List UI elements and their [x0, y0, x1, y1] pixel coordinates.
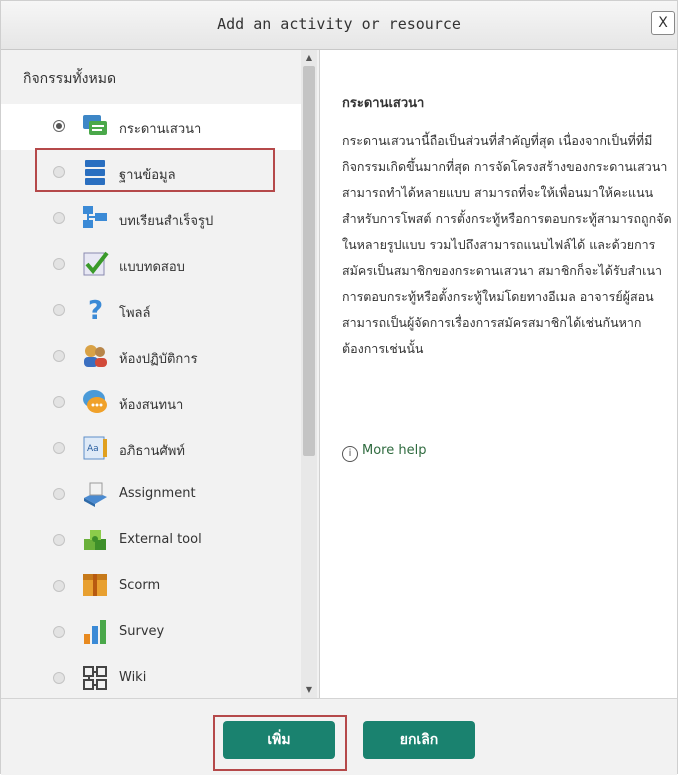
- option-quiz[interactable]: แบบทดสอบ: [1, 242, 301, 288]
- option-choice[interactable]: ? โพลล์: [1, 288, 301, 334]
- radio-wiki[interactable]: [53, 672, 65, 684]
- option-label: แบบทดสอบ: [119, 260, 185, 275]
- option-survey[interactable]: Survey: [1, 610, 301, 656]
- all-activities-heading: กิจกรรมทั้งหมด: [23, 71, 117, 87]
- dialog-title: Add an activity or resource: [217, 15, 461, 33]
- scroll-up-icon[interactable]: ▲: [301, 52, 317, 64]
- option-scorm[interactable]: Scorm: [1, 564, 301, 610]
- option-label: บทเรียนสำเร็จรูป: [119, 214, 214, 229]
- option-glossary[interactable]: Aa อภิธานศัพท์: [1, 426, 301, 472]
- radio-scorm[interactable]: [53, 580, 65, 592]
- option-label: ห้องสนทนา: [119, 398, 184, 413]
- option-workshop[interactable]: ห้องปฏิบัติการ: [1, 334, 301, 380]
- option-label: Scorm: [119, 578, 161, 593]
- option-label: อภิธานศัพท์: [119, 444, 185, 459]
- add-button[interactable]: เพิ่ม: [223, 721, 335, 759]
- list-scrollbar[interactable]: ▲ ▼: [301, 50, 317, 698]
- chat-icon: [83, 390, 107, 413]
- svg-text:?: ?: [88, 296, 103, 324]
- glossary-icon: Aa: [83, 436, 107, 460]
- option-assignment[interactable]: Assignment: [1, 472, 301, 518]
- survey-icon: [84, 620, 106, 644]
- radio-workshop[interactable]: [53, 350, 65, 362]
- activity-chooser-dialog: Add an activity or resource X กิจกรรมทั้…: [0, 0, 678, 775]
- description-title: กระดานเสวนา: [342, 96, 425, 111]
- option-chat[interactable]: ห้องสนทนา: [1, 380, 301, 426]
- scorm-icon: [83, 574, 107, 596]
- option-wiki[interactable]: Wiki: [1, 656, 301, 702]
- option-lesson[interactable]: บทเรียนสำเร็จรูป: [1, 196, 301, 242]
- close-button[interactable]: X: [651, 11, 675, 35]
- lesson-icon: [83, 206, 107, 228]
- assignment-icon: [84, 482, 107, 507]
- option-forum[interactable]: กระดานเสวนา: [1, 104, 301, 150]
- option-label: Wiki: [119, 670, 147, 685]
- selection-highlight: [35, 148, 275, 192]
- info-icon: i: [342, 446, 358, 462]
- radio-forum[interactable]: [53, 120, 65, 132]
- description-pane: กระดานเสวนา กระดานเสวนานี้ถือเป็นส่วนที่…: [320, 50, 677, 698]
- choice-icon: ?: [88, 296, 103, 324]
- radio-glossary[interactable]: [53, 442, 65, 454]
- scrollbar-thumb[interactable]: [303, 66, 315, 456]
- external-tool-icon: [84, 530, 106, 550]
- radio-quiz[interactable]: [53, 258, 65, 270]
- cancel-button[interactable]: ยกเลิก: [363, 721, 475, 759]
- workshop-icon: [84, 345, 107, 367]
- option-external-tool[interactable]: External tool: [1, 518, 301, 564]
- radio-survey[interactable]: [53, 626, 65, 638]
- option-label: Survey: [119, 624, 165, 639]
- svg-text:Aa: Aa: [87, 444, 99, 454]
- wiki-icon: [83, 666, 107, 690]
- scroll-down-icon[interactable]: ▼: [301, 684, 317, 696]
- option-label: กระดานเสวนา: [119, 122, 202, 137]
- radio-lesson[interactable]: [53, 212, 65, 224]
- option-label: โพลล์: [119, 306, 151, 321]
- dialog-footer: เพิ่ม ยกเลิก: [1, 698, 677, 775]
- more-help-label: More help: [362, 443, 427, 458]
- radio-assignment[interactable]: [53, 488, 65, 500]
- option-label: Assignment: [119, 486, 196, 501]
- radio-chat[interactable]: [53, 396, 65, 408]
- radio-external-tool[interactable]: [53, 534, 65, 546]
- dialog-titlebar: Add an activity or resource X: [1, 1, 677, 50]
- option-label: ห้องปฏิบัติการ: [119, 352, 198, 367]
- more-help-link[interactable]: i More help: [342, 443, 426, 462]
- radio-choice[interactable]: [53, 304, 65, 316]
- quiz-icon: [83, 251, 109, 276]
- activity-list-pane: กิจกรรมทั้งหมด กระดานเสวนา ฐานข้อมูล บทเ…: [1, 50, 320, 698]
- option-label: External tool: [119, 532, 202, 547]
- description-body: กระดานเสวนานี้ถือเป็นส่วนที่สำคัญที่สุด …: [342, 133, 672, 356]
- forum-icon: [83, 115, 107, 135]
